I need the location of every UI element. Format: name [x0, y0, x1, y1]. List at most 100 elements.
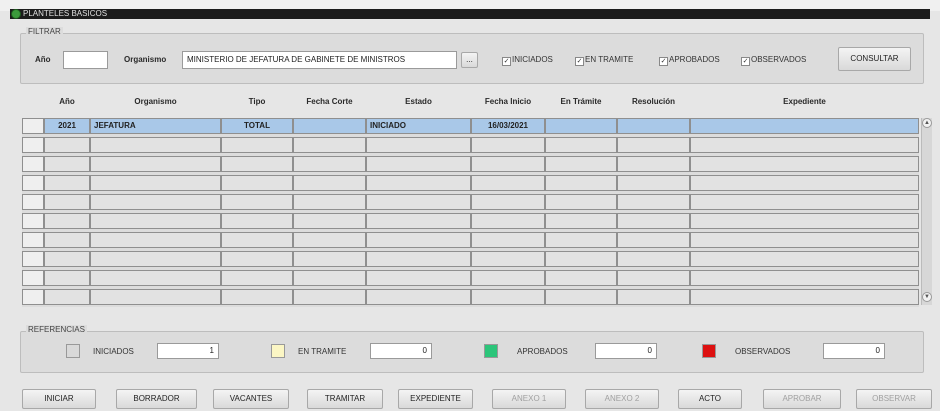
anexo-1-button[interactable]: ANEXO 1 — [492, 389, 566, 409]
acto-button[interactable]: ACTO — [678, 389, 742, 409]
cell-fecha-inicio — [471, 213, 545, 229]
cell-resolucion — [617, 156, 690, 172]
cell-fecha-corte — [293, 213, 366, 229]
row-marker[interactable] — [22, 194, 44, 210]
iniciados-swatch — [66, 344, 80, 358]
row-marker[interactable] — [22, 270, 44, 286]
cell-resolucion — [617, 213, 690, 229]
cell-en-tramite — [545, 213, 617, 229]
aprobar-button[interactable]: APROBAR — [763, 389, 841, 409]
cell-en-tramite — [545, 270, 617, 286]
cell-tipo — [221, 156, 293, 172]
cell-fecha-corte — [293, 137, 366, 153]
scroll-down-icon[interactable]: ▼ — [922, 292, 932, 302]
en-tramite-checkbox[interactable]: ✓ EN TRAMITE — [575, 55, 633, 66]
cell-year — [44, 156, 90, 172]
check-icon: ✓ — [741, 57, 750, 66]
aprobados-checkbox-label: APROBADOS — [669, 55, 720, 64]
cell-estado — [366, 175, 471, 191]
table-row[interactable] — [22, 213, 919, 230]
aprobados-count: 0 — [595, 343, 657, 359]
grid-scrollbar[interactable]: ▲ ▼ — [921, 118, 932, 305]
observados-ref-label: OBSERVADOS — [735, 347, 791, 356]
tramitar-button[interactable]: TRAMITAR — [307, 389, 383, 409]
table-row[interactable] — [22, 175, 919, 192]
vacantes-button[interactable]: VACANTES — [213, 389, 289, 409]
observar-button[interactable]: OBSERVAR — [856, 389, 932, 409]
cell-resolucion — [617, 194, 690, 210]
cell-estado: INICIADO — [366, 118, 471, 134]
cell-en-tramite — [545, 232, 617, 248]
cell-fecha-corte — [293, 175, 366, 191]
observados-swatch — [702, 344, 716, 358]
cell-organismo — [90, 137, 221, 153]
cell-estado — [366, 270, 471, 286]
cell-resolucion — [617, 251, 690, 267]
cell-expediente — [690, 175, 919, 191]
cell-expediente — [690, 137, 919, 153]
cell-fecha-inicio — [471, 251, 545, 267]
iniciados-ref-label: INICIADOS — [93, 347, 134, 356]
en-tramite-checkbox-label: EN TRAMITE — [585, 55, 634, 64]
row-marker[interactable] — [22, 251, 44, 267]
borrador-button[interactable]: BORRADOR — [116, 389, 197, 409]
row-marker[interactable] — [22, 156, 44, 172]
org-input[interactable]: MINISTERIO DE JEFATURA DE GABINETE DE MI… — [182, 51, 457, 69]
cell-fecha-corte — [293, 251, 366, 267]
anexo-2-button[interactable]: ANEXO 2 — [585, 389, 659, 409]
cell-organismo — [90, 156, 221, 172]
row-marker[interactable] — [22, 213, 44, 229]
cell-resolucion — [617, 118, 690, 134]
cell-year — [44, 289, 90, 305]
cell-resolucion — [617, 175, 690, 191]
cell-tipo — [221, 289, 293, 305]
row-marker[interactable] — [22, 118, 44, 134]
iniciados-checkbox[interactable]: ✓ INICIADOS — [502, 55, 553, 66]
cell-expediente — [690, 270, 919, 286]
observados-checkbox[interactable]: ✓ OBSERVADOS — [741, 55, 806, 66]
scroll-up-icon[interactable]: ▲ — [922, 118, 932, 128]
cell-fecha-inicio — [471, 137, 545, 153]
table-row[interactable]: 2021 JEFATURA TOTAL INICIADO 16/03/2021 — [22, 118, 919, 135]
table-row[interactable] — [22, 137, 919, 154]
cell-organismo: JEFATURA — [90, 118, 221, 134]
cell-expediente — [690, 251, 919, 267]
aprobados-checkbox[interactable]: ✓ APROBADOS — [659, 55, 720, 66]
table-row[interactable] — [22, 289, 919, 306]
table-row[interactable] — [22, 194, 919, 211]
cell-en-tramite — [545, 289, 617, 305]
cell-fecha-inicio: 16/03/2021 — [471, 118, 545, 134]
cell-estado — [366, 137, 471, 153]
iniciados-checkbox-label: INICIADOS — [512, 55, 553, 64]
table-row[interactable] — [22, 156, 919, 173]
window-title: PLANTELES BASICOS — [23, 9, 108, 18]
references-group-label: REFERENCIAS — [26, 325, 87, 334]
cell-en-tramite — [545, 251, 617, 267]
cell-fecha-inicio — [471, 289, 545, 305]
row-marker[interactable] — [22, 232, 44, 248]
consult-button[interactable]: CONSULTAR — [838, 47, 911, 71]
cell-tipo — [221, 137, 293, 153]
column-header-tipo: Tipo — [248, 97, 266, 106]
org-lookup-button[interactable]: ... — [461, 52, 478, 68]
row-marker[interactable] — [22, 289, 44, 305]
en-tramite-ref-label: EN TRAMITE — [298, 347, 347, 356]
expediente-button[interactable]: EXPEDIENTE — [398, 389, 473, 409]
cell-year — [44, 232, 90, 248]
aprobados-swatch — [484, 344, 498, 358]
iniciar-button[interactable]: INICIAR — [22, 389, 96, 409]
table-row[interactable] — [22, 251, 919, 268]
cell-expediente — [690, 232, 919, 248]
table-row[interactable] — [22, 232, 919, 249]
cell-tipo — [221, 232, 293, 248]
year-input[interactable] — [63, 51, 108, 69]
row-marker[interactable] — [22, 175, 44, 191]
en-tramite-count: 0 — [370, 343, 432, 359]
cell-tipo — [221, 270, 293, 286]
cell-organismo — [90, 251, 221, 267]
table-row[interactable] — [22, 270, 919, 287]
row-marker[interactable] — [22, 137, 44, 153]
check-icon: ✓ — [659, 57, 668, 66]
cell-fecha-corte — [293, 232, 366, 248]
cell-organismo — [90, 175, 221, 191]
